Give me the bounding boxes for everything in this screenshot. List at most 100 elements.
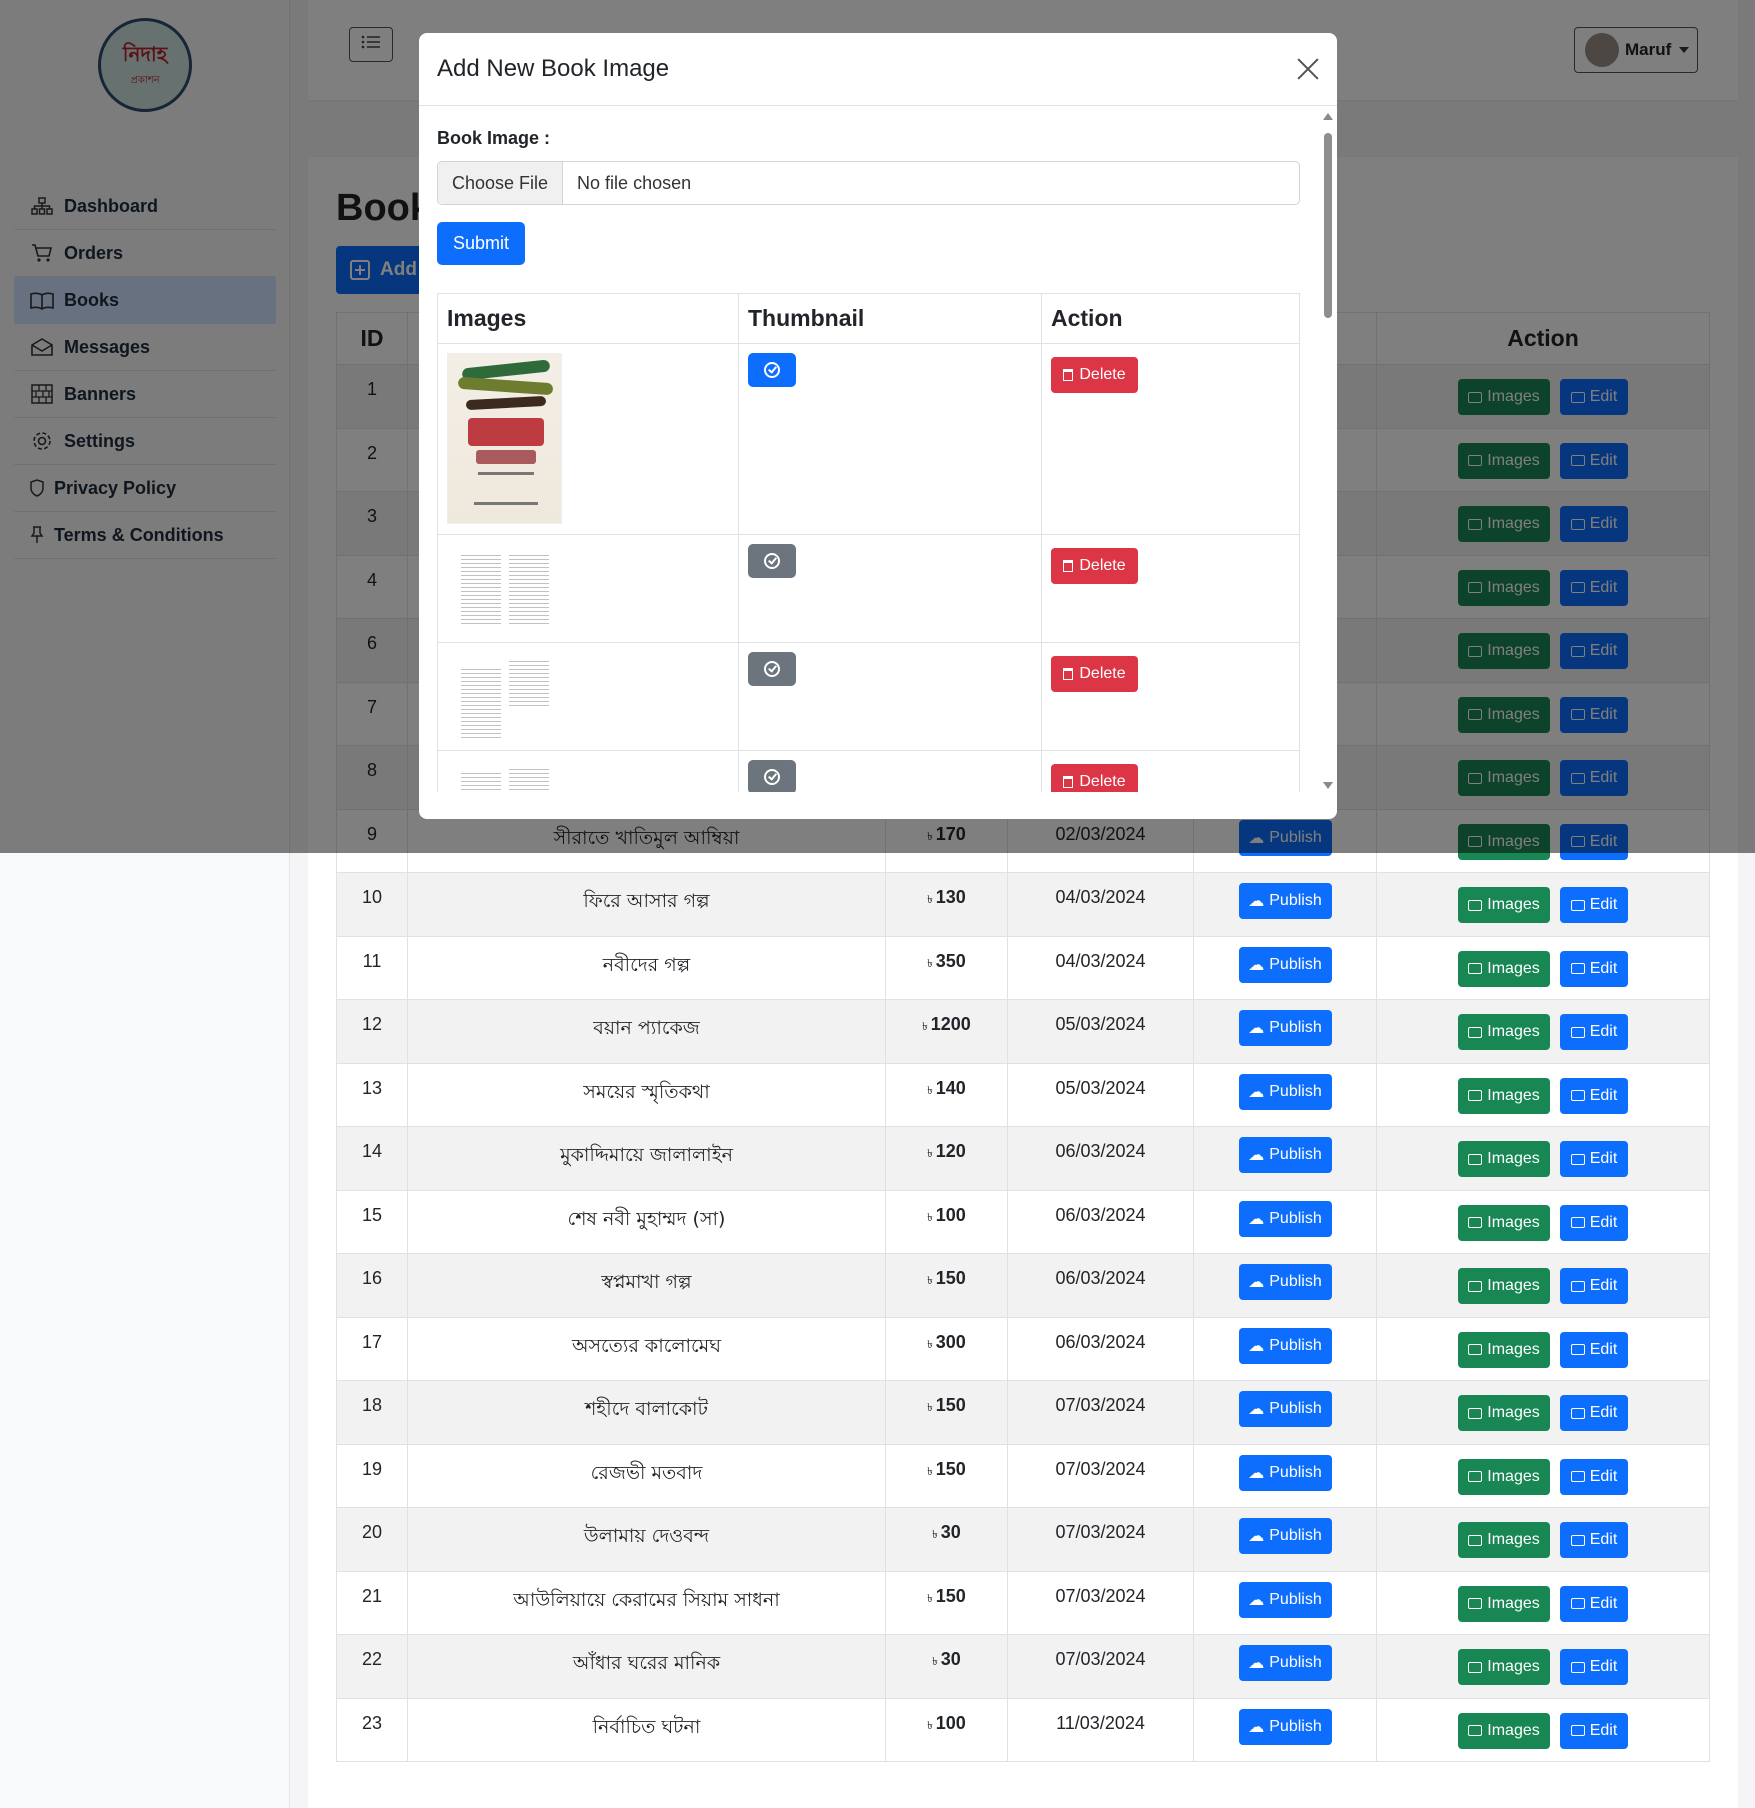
book-image-file-input[interactable]: Choose File No file chosen xyxy=(437,161,1300,205)
image-cell xyxy=(437,642,739,751)
publish-button[interactable]: ☁Publish xyxy=(1238,1264,1332,1300)
book-id: 20 xyxy=(336,1507,408,1572)
cloud-upload-icon: ☁ xyxy=(1248,1274,1265,1291)
publish-button[interactable]: ☁Publish xyxy=(1238,1073,1332,1110)
edit-button[interactable]: Edit xyxy=(1560,950,1628,987)
modal-scrollbar[interactable] xyxy=(1321,113,1333,789)
choose-file-button[interactable]: Choose File xyxy=(438,162,564,204)
edit-button[interactable]: Edit xyxy=(1560,1077,1628,1114)
book-price: ৳ 100 xyxy=(885,1697,1008,1762)
action-cell: Delete xyxy=(1041,642,1300,751)
pencil-square-icon xyxy=(1570,1725,1585,1736)
scroll-up-arrow-icon[interactable] xyxy=(1323,113,1333,120)
publish-button[interactable]: ☁Publish xyxy=(1238,1454,1332,1491)
image-row: Delete xyxy=(437,642,1300,751)
publish-button[interactable]: ☁Publish xyxy=(1238,1200,1332,1237)
edit-button[interactable]: Edit xyxy=(1560,1204,1628,1241)
pencil-square-icon xyxy=(1570,899,1585,911)
cloud-upload-icon: ☁ xyxy=(1248,1020,1265,1037)
scrollbar-thumb[interactable] xyxy=(1324,133,1332,318)
images-button[interactable]: Images xyxy=(1458,1712,1550,1749)
images-button[interactable]: Images xyxy=(1458,1331,1550,1368)
images-button[interactable]: Images xyxy=(1458,1585,1550,1622)
images-icon xyxy=(1468,1407,1483,1419)
edit-button[interactable]: Edit xyxy=(1560,1585,1628,1622)
close-icon[interactable] xyxy=(1295,55,1321,81)
action-cell: Images Edit xyxy=(1376,872,1710,937)
cloud-upload-icon: ☁ xyxy=(1248,1655,1265,1672)
status-cell: ☁Publish xyxy=(1193,1697,1377,1762)
book-id: 13 xyxy=(336,1062,408,1127)
table-row: 16 স্বপ্নমাখা গল্প ৳ 150 06/03/2024 ☁ Publish I… xyxy=(336,1253,1710,1318)
publish-button[interactable]: ☁Publish xyxy=(1238,1137,1332,1173)
image-cell xyxy=(437,534,739,643)
price-value: 150 xyxy=(935,1585,966,1606)
images-button[interactable]: Images xyxy=(1458,887,1550,923)
currency-symbol: ৳ xyxy=(927,1338,933,1351)
images-icon xyxy=(1468,1598,1483,1609)
edit-button[interactable]: Edit xyxy=(1560,1141,1628,1177)
edit-button[interactable]: Edit xyxy=(1560,1014,1628,1050)
price-value: 300 xyxy=(935,1331,966,1352)
set-thumbnail-button[interactable] xyxy=(748,544,796,578)
images-button[interactable]: Images xyxy=(1458,1268,1550,1304)
set-thumbnail-button[interactable] xyxy=(748,652,796,686)
edit-button[interactable]: Edit xyxy=(1560,1522,1628,1558)
images-button[interactable]: Images xyxy=(1458,1204,1550,1241)
submit-button[interactable]: Submit xyxy=(437,222,525,265)
publish-button[interactable]: ☁Publish xyxy=(1238,1391,1332,1427)
edit-button[interactable]: Edit xyxy=(1560,887,1628,923)
book-price: ৳ 30 xyxy=(885,1507,1008,1572)
edit-button[interactable]: Edit xyxy=(1560,1331,1628,1368)
edit-button[interactable]: Edit xyxy=(1560,1649,1628,1685)
status-cell: ☁Publish xyxy=(1193,1443,1377,1508)
book-id: 21 xyxy=(336,1570,408,1635)
trash-icon xyxy=(1063,369,1074,381)
edit-button[interactable]: Edit xyxy=(1560,1268,1628,1304)
images-button[interactable]: Images xyxy=(1458,1522,1550,1558)
publish-button[interactable]: ☁Publish xyxy=(1238,883,1332,919)
check-circle-icon xyxy=(764,553,780,569)
book-name: আউলিয়ায়ে কেরামের সিয়াম সাধনা xyxy=(407,1570,886,1635)
set-thumbnail-button[interactable] xyxy=(748,760,796,792)
publish-button[interactable]: ☁Publish xyxy=(1238,1518,1332,1554)
currency-symbol: ৳ xyxy=(927,1148,933,1160)
book-price: ৳ 120 xyxy=(885,1126,1008,1191)
images-button[interactable]: Images xyxy=(1458,1458,1550,1495)
action-cell: Images Edit xyxy=(1376,935,1710,1000)
edit-button[interactable]: Edit xyxy=(1560,1712,1628,1749)
check-circle-icon xyxy=(764,362,780,378)
images-label: Images xyxy=(1487,1213,1540,1231)
action-cell: Images Edit xyxy=(1376,1570,1710,1635)
publish-button[interactable]: ☁Publish xyxy=(1238,946,1332,983)
images-button[interactable]: Images xyxy=(1458,950,1550,987)
table-row: 19 রেজভী মতবাদ ৳ 150 07/03/2024 ☁ Publish Image… xyxy=(336,1443,1710,1508)
images-button[interactable]: Images xyxy=(1458,1014,1550,1050)
images-button[interactable]: Images xyxy=(1458,1649,1550,1685)
images-button[interactable]: Images xyxy=(1458,1395,1550,1431)
cloud-upload-icon: ☁ xyxy=(1248,1528,1265,1545)
publish-button[interactable]: ☁Publish xyxy=(1238,1327,1332,1364)
scroll-down-arrow-icon[interactable] xyxy=(1323,782,1333,789)
edit-button[interactable]: Edit xyxy=(1560,1458,1628,1495)
publish-button[interactable]: ☁Publish xyxy=(1238,1645,1332,1681)
delete-button[interactable]: Delete xyxy=(1051,357,1138,393)
images-button[interactable]: Images xyxy=(1458,1077,1550,1114)
set-thumbnail-button[interactable] xyxy=(748,353,796,387)
publish-button[interactable]: ☁Publish xyxy=(1238,1010,1332,1046)
pencil-square-icon xyxy=(1570,1217,1585,1228)
action-cell: Images Edit xyxy=(1376,1380,1710,1445)
publish-button[interactable]: ☁Publish xyxy=(1238,1708,1332,1745)
cloud-upload-icon: ☁ xyxy=(1248,1401,1265,1418)
price-value: 30 xyxy=(940,1649,961,1669)
images-button[interactable]: Images xyxy=(1458,1141,1550,1177)
delete-button[interactable]: Delete xyxy=(1051,764,1138,792)
edit-button[interactable]: Edit xyxy=(1560,1395,1628,1431)
publish-button[interactable]: ☁Publish xyxy=(1238,1581,1332,1618)
images-label: Images xyxy=(1487,1023,1540,1040)
delete-button[interactable]: Delete xyxy=(1051,656,1138,692)
edit-label: Edit xyxy=(1589,1531,1618,1548)
table-row: 10 ফিরে আসার গল্প ৳ 130 04/03/2024 ☁ Publish Im… xyxy=(336,872,1710,937)
book-id: 14 xyxy=(336,1126,408,1191)
delete-button[interactable]: Delete xyxy=(1051,548,1138,584)
